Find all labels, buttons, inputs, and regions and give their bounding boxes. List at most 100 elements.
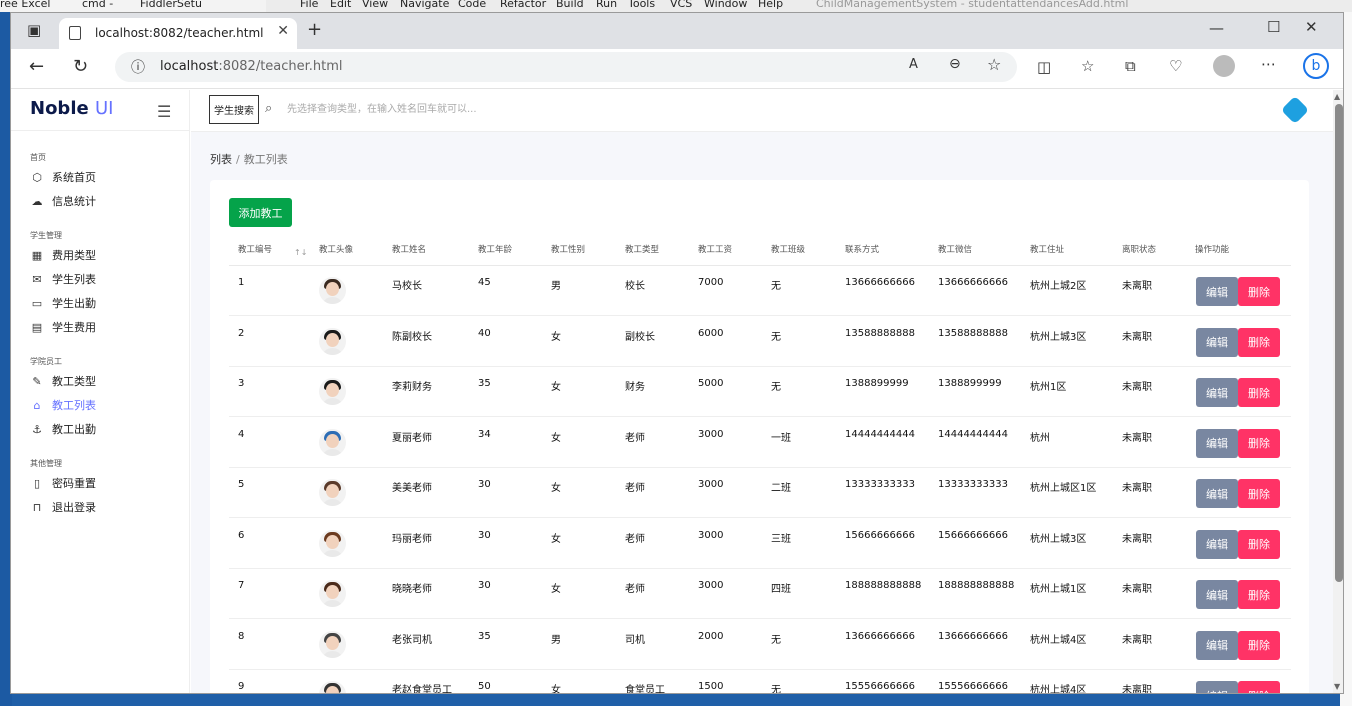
cell-age: 50: [478, 681, 491, 692]
add-staff-button[interactable]: 添加教工: [229, 198, 292, 227]
ide-menu-item[interactable]: Navigate: [400, 0, 449, 10]
divider: [11, 130, 190, 131]
sidebar-item-home[interactable]: ⬡ 系统首页: [30, 168, 96, 186]
sidebar-item-staff-types[interactable]: ✎ 教工类型: [30, 372, 96, 390]
cell-class: 一班: [771, 432, 791, 444]
ide-menu-item[interactable]: Run: [596, 0, 617, 10]
scrollbar-thumb[interactable]: [1335, 104, 1343, 582]
profile-icon[interactable]: [1213, 55, 1235, 77]
close-window-icon[interactable]: ✕: [1305, 18, 1318, 36]
sidebar-item-reset-password[interactable]: ▯ 密码重置: [30, 474, 96, 492]
taskbar-item[interactable]: FiddlerSetu: [140, 0, 202, 10]
vertical-scrollbar[interactable]: ▲ ▼: [1333, 90, 1343, 693]
delete-button[interactable]: 删除: [1238, 580, 1280, 609]
ide-menu-item[interactable]: Tools: [628, 0, 655, 10]
edit-button[interactable]: 编辑: [1196, 630, 1238, 660]
delete-button[interactable]: 删除: [1238, 428, 1280, 458]
delete-button[interactable]: 删除: [1238, 327, 1280, 357]
edit-button[interactable]: 编辑: [1196, 327, 1238, 357]
edit-button[interactable]: 编辑: [1196, 277, 1238, 306]
browser-tab[interactable]: localhost:8082/teacher.html ✕: [59, 18, 297, 49]
cell-salary: 3000: [698, 580, 724, 591]
tab-actions-icon[interactable]: ▣: [27, 21, 41, 39]
cell-address: 杭州上城2区: [1030, 281, 1087, 292]
scroll-up-icon[interactable]: ▲: [1334, 92, 1340, 101]
zoom-out-icon[interactable]: ⊖: [949, 56, 961, 72]
sidebar-item-fee-types[interactable]: ▦ 费用类型: [30, 246, 96, 264]
taskbar-item[interactable]: cmd -: [82, 0, 113, 10]
sidebar-item-student-attendance[interactable]: ▭ 学生出勤: [30, 294, 96, 312]
cell-gender: 女: [551, 483, 561, 494]
cell-type: 副校长: [625, 331, 655, 343]
edit-button[interactable]: 编辑: [1196, 428, 1238, 458]
collections-icon[interactable]: ⧉: [1125, 57, 1136, 75]
menu-toggle-icon[interactable]: ☰: [157, 102, 171, 121]
read-aloud-icon[interactable]: A: [909, 57, 918, 72]
maximize-icon[interactable]: ☐: [1267, 18, 1280, 36]
extension-badge-icon[interactable]: [1280, 95, 1310, 125]
edit-button[interactable]: 编辑: [1196, 529, 1238, 559]
delete-button[interactable]: 删除: [1238, 479, 1280, 508]
sidebar-item-student-list[interactable]: ✉ 学生列表: [30, 270, 96, 288]
sidebar-item-staff-list[interactable]: ⌂ 教工列表: [30, 396, 97, 414]
url-text[interactable]: localhost:8082/teacher.html: [160, 59, 343, 74]
split-screen-icon[interactable]: ◫: [1037, 58, 1051, 76]
tab-title: localhost:8082/teacher.html: [95, 26, 264, 40]
favorites-icon[interactable]: ☆: [1081, 57, 1094, 75]
bing-icon[interactable]: b: [1303, 53, 1329, 79]
tablet-icon: ▯: [33, 476, 41, 490]
cell-phone: 188888888888: [845, 580, 922, 591]
delete-button[interactable]: 删除: [1238, 681, 1280, 693]
breadcrumb-root[interactable]: 列表: [210, 153, 232, 166]
more-icon[interactable]: ⋯: [1261, 55, 1276, 73]
ide-menu-item[interactable]: Edit: [330, 0, 351, 10]
scroll-down-icon[interactable]: ▼: [1334, 682, 1340, 691]
ide-menu-item[interactable]: Build: [556, 0, 584, 10]
info-icon[interactable]: ⓘ: [131, 57, 145, 77]
ide-menu-item[interactable]: Help: [758, 0, 783, 10]
minimize-icon[interactable]: —: [1209, 19, 1224, 37]
table-row: 8 老张司机 35 男 司机 2000 无 13666666666 13666666666 杭州上…: [229, 620, 1291, 670]
ide-menu-item[interactable]: VCS: [670, 0, 692, 10]
edit-button[interactable]: 编辑: [1196, 681, 1238, 693]
url-field[interactable]: ⓘ localhost:8082/teacher.html A ⊖ ☆: [115, 52, 1017, 82]
browser-essentials-icon[interactable]: ♡: [1169, 57, 1182, 75]
app-logo[interactable]: Noble UI: [30, 98, 113, 119]
cell-age: 35: [478, 630, 491, 642]
cell-status: 未离职: [1122, 281, 1152, 292]
edit-button[interactable]: 编辑: [1196, 580, 1238, 609]
sidebar-item-staff-attendance[interactable]: ⚓ 教工出勤: [30, 420, 96, 438]
close-tab-icon[interactable]: ✕: [277, 23, 289, 39]
delete-button[interactable]: 删除: [1238, 630, 1280, 660]
sort-icon[interactable]: ↑↓: [294, 248, 307, 257]
search-type-button[interactable]: 学生搜索: [209, 95, 259, 124]
delete-button[interactable]: 删除: [1238, 378, 1280, 407]
ide-menu-item[interactable]: Code: [458, 0, 486, 10]
ide-menu-item[interactable]: Window: [704, 0, 747, 10]
edit-button[interactable]: 编辑: [1196, 378, 1238, 407]
ide-menu-item[interactable]: File: [300, 0, 318, 10]
sidebar-item-label: 系统首页: [52, 171, 96, 184]
sidebar-item-logout[interactable]: ⊓ 退出登录: [30, 498, 96, 516]
cell-type: 老师: [625, 533, 645, 545]
ide-menu-item[interactable]: Refactor: [500, 0, 546, 10]
search-input[interactable]: [287, 98, 787, 120]
ide-menu-item[interactable]: View: [362, 0, 388, 10]
taskbar-item[interactable]: ree Excel: [0, 0, 50, 10]
cell-id: 3: [238, 378, 245, 389]
cell-id: 2: [238, 327, 245, 339]
reload-icon[interactable]: ↻: [73, 56, 88, 77]
sidebar-item-statistics[interactable]: ☁ 信息统计: [30, 192, 97, 210]
column-header[interactable]: 教工编号: [238, 243, 272, 255]
delete-button[interactable]: 删除: [1238, 277, 1280, 306]
cell-salary: 1500: [698, 681, 724, 692]
favorite-star-icon[interactable]: ☆: [987, 55, 1001, 74]
edit-button[interactable]: 编辑: [1196, 479, 1238, 508]
back-arrow-icon[interactable]: ←: [29, 56, 44, 77]
delete-button[interactable]: 删除: [1238, 529, 1280, 559]
new-tab-icon[interactable]: +: [307, 19, 322, 40]
cell-phone: 1388899999: [845, 378, 909, 389]
cell-phone: 13666666666: [845, 277, 915, 288]
sidebar-item-student-fees[interactable]: ▤ 学生费用: [30, 318, 96, 336]
calendar-icon: ▤: [31, 320, 43, 334]
